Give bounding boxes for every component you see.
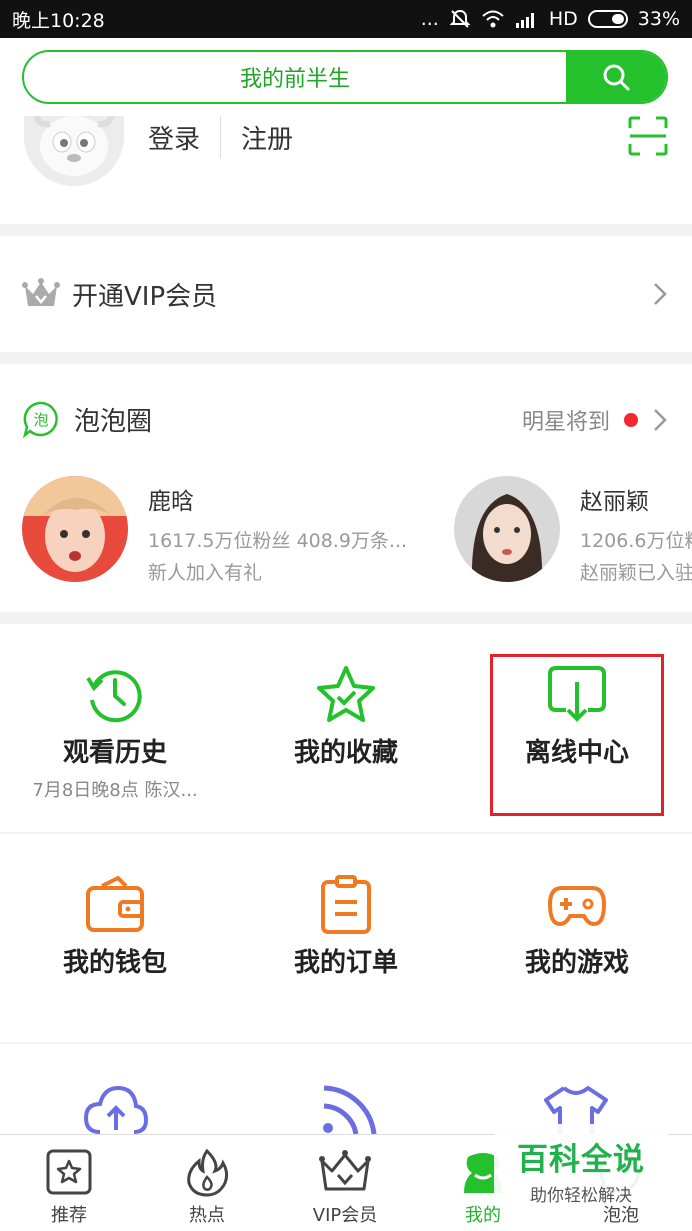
search-bar[interactable]: 我的前半生 [22,50,668,104]
top-bar: 我的前半生 [0,38,692,116]
history-item[interactable]: 观看历史 7月8日晚8点 陈汉... [0,624,230,832]
history-hint: 7月8日晚8点 陈汉... [32,780,198,801]
crown-icon [319,1150,371,1191]
status-time: 晚上10:28 [12,9,105,32]
orders-item[interactable]: 我的订单 [231,834,461,1042]
login-link[interactable]: 登录 [148,119,200,156]
wifi-icon [482,10,504,28]
wallet-icon [86,875,144,932]
tab-label: VIP会员 [312,1205,378,1226]
tab-recommend[interactable]: 推荐 [0,1135,138,1231]
scan-icon[interactable] [628,116,668,156]
avatar[interactable] [24,116,124,186]
vip-row[interactable]: 开通VIP会员 [0,236,692,352]
history-label: 观看历史 [62,738,167,768]
star-sub: 新人加入有礼 [148,562,263,584]
battery-icon [587,10,628,28]
star-fans: 1206.6万位粉 [580,530,692,552]
tab-label: 热点 [189,1205,225,1226]
highlight-box [490,654,664,816]
star-photo [454,476,560,582]
wallet-label: 我的钱包 [62,948,167,978]
history-clock-icon [86,670,142,723]
bubble-circle-icon: 泡 [22,401,58,438]
paopao-title: 泡泡圈 [74,406,153,437]
register-link[interactable]: 注册 [241,119,293,156]
star-check-icon [317,666,375,722]
mascot-avatar-icon [24,116,124,186]
feature-grid-row-1: 观看历史 7月8日晚8点 陈汉... 我的收藏 离线中心 [0,624,692,832]
star-card[interactable]: 鹿晗 1617.5万位粉丝 408.9万条... 新人加入有礼 [22,476,442,586]
feature-grid-row-3 [0,1044,692,1134]
star-icon [46,1149,92,1195]
games-label: 我的游戏 [524,948,629,978]
star-fans: 1617.5万位粉丝 408.9万条... [148,530,408,552]
red-dot-badge [624,413,638,427]
tab-label: 推荐 [51,1205,87,1226]
tab-hot[interactable]: 热点 [138,1135,276,1231]
star-photo [22,476,128,582]
watermark-title: 百科全说 [517,1142,645,1178]
chevron-right-icon [654,283,667,305]
broadcast-icon[interactable] [318,1084,378,1134]
divider [220,116,222,158]
star-card[interactable]: 赵丽颖 1206.6万位粉 赵丽颖已入驻 [454,476,692,586]
network-type: HD [548,8,578,30]
favorites-label: 我的收藏 [293,738,398,768]
watermark: 百科全说 助你轻松解决 [494,1124,668,1206]
games-item[interactable]: 我的游戏 [462,834,692,1042]
flame-icon [187,1149,229,1197]
search-icon [603,64,630,91]
paopao-section: 泡 泡泡圈 明星将到 鹿晗 1617.5万位粉丝 408.9万条... 新人加入… [0,364,692,612]
clipboard-icon [321,875,371,934]
crown-icon [22,278,60,306]
battery-percent: 33% [637,8,680,30]
wallet-item[interactable]: 我的钱包 [0,834,230,1042]
orders-label: 我的订单 [293,948,398,978]
vip-label: 开通VIP会员 [72,281,218,312]
feature-grid-row-2: 我的钱包 我的订单 我的游戏 [0,834,692,1042]
tab-vip[interactable]: VIP会员 [276,1135,414,1231]
paopao-right-text: 明星将到 [521,410,610,435]
more-dots-icon: ... [420,8,439,30]
profile-section: 登录 注册 [0,116,692,224]
status-bar: 晚上10:28 ... HD 33% [0,0,692,38]
star-sub: 赵丽颖已入驻 [580,562,692,584]
favorites-item[interactable]: 我的收藏 [231,624,461,832]
chevron-right-icon [654,409,667,431]
paopao-header[interactable]: 泡 泡泡圈 [22,400,152,438]
search-input[interactable]: 我的前半生 [24,52,566,102]
mute-bell-icon [449,9,471,28]
signal-icon [515,13,534,28]
cloud-upload-icon[interactable] [84,1084,148,1134]
paopao-more[interactable]: 明星将到 [522,404,668,436]
bubble-icon-text: 泡 [33,411,48,429]
search-button[interactable] [566,52,666,102]
star-name: 鹿晗 [148,489,194,515]
watermark-subtitle: 助你轻松解决 [530,1186,632,1206]
star-name: 赵丽颖 [580,489,649,515]
gamepad-icon [547,886,607,927]
